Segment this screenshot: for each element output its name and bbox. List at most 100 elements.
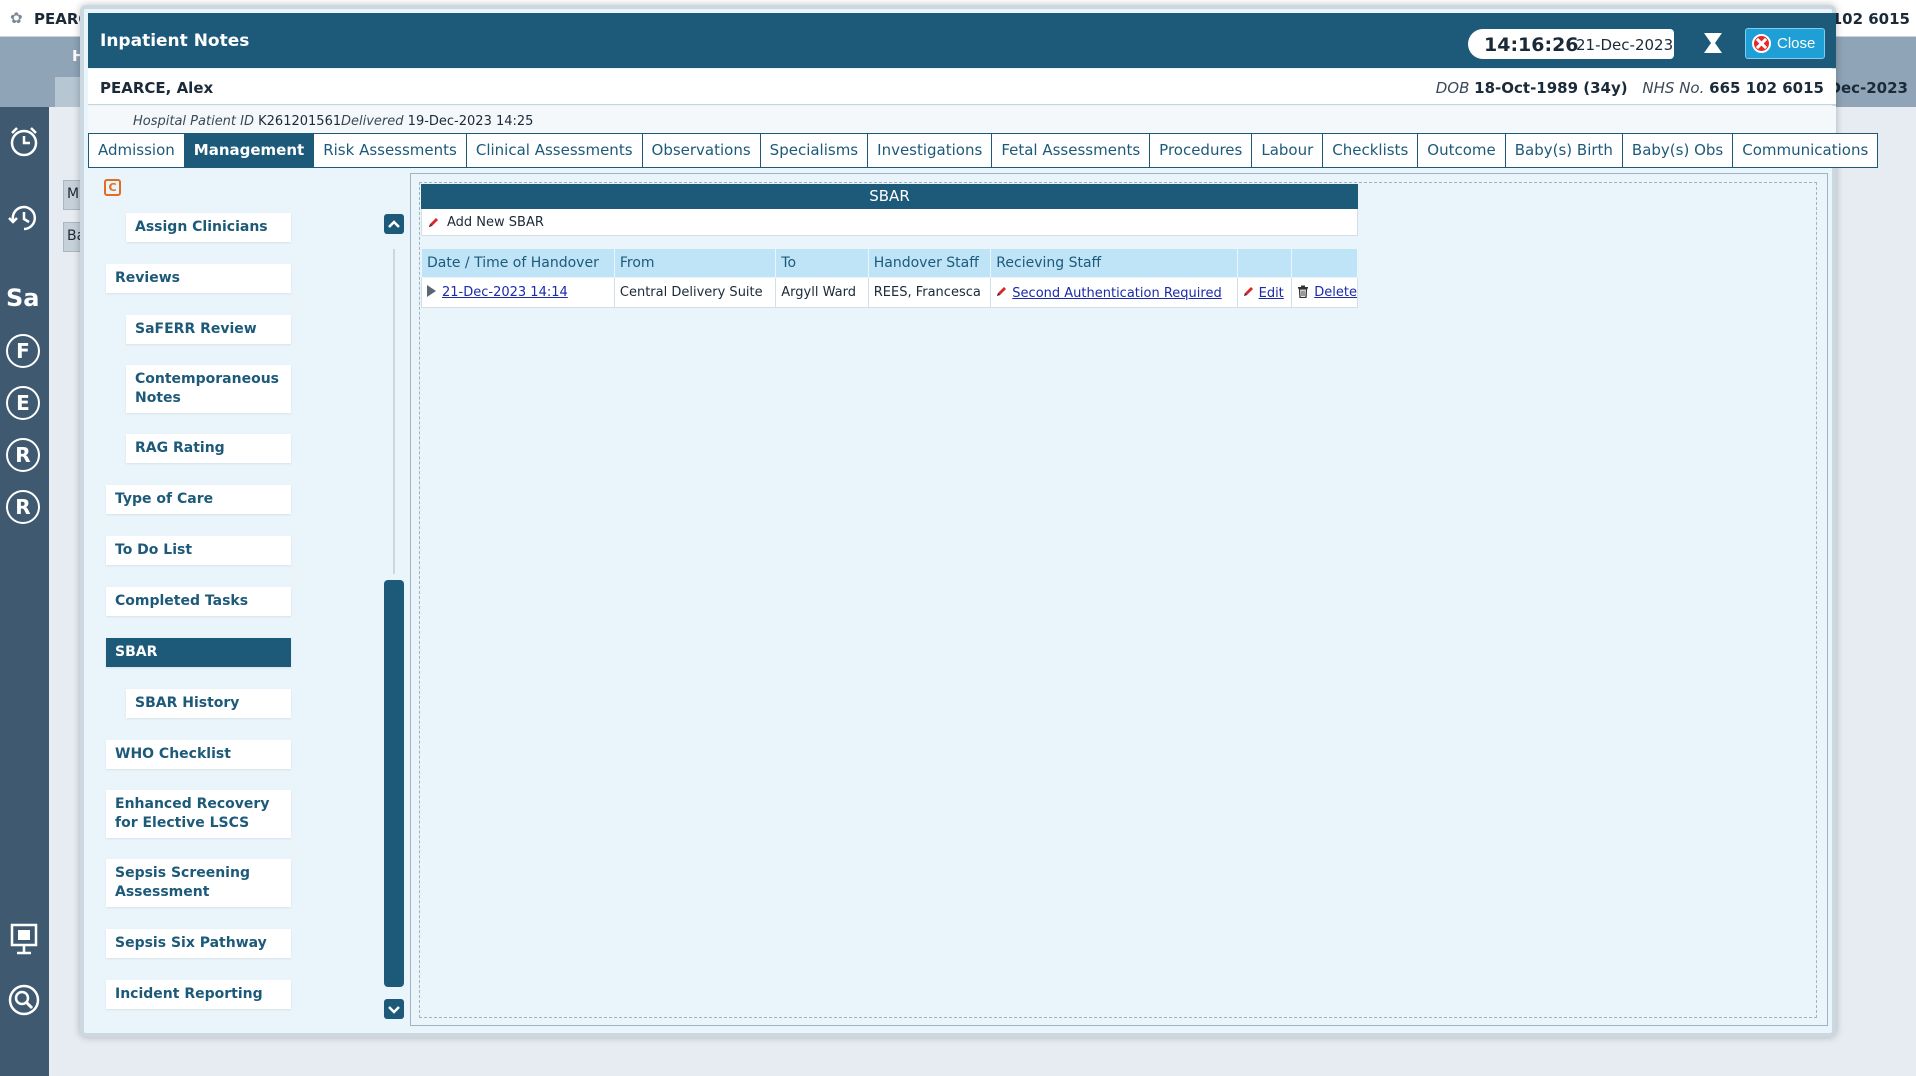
- nav-item-to-do-list[interactable]: To Do List: [106, 536, 291, 565]
- dob-label: DOB: [1435, 79, 1470, 97]
- episode-info-row: Hospital Patient ID K261201561 Delivered…: [88, 106, 1836, 134]
- tab-clinical-assessments[interactable]: Clinical Assessments: [465, 133, 642, 168]
- sbar-title: SBAR: [421, 184, 1358, 209]
- second-authentication-link[interactable]: Second Authentication Required: [1012, 286, 1221, 301]
- nav-scroll-down-button[interactable]: [384, 999, 404, 1019]
- tab-outcome[interactable]: Outcome: [1417, 133, 1505, 168]
- nav-item-sepsis-six-pathway[interactable]: Sepsis Six Pathway: [106, 929, 291, 958]
- rail-f-button[interactable]: F: [6, 334, 40, 368]
- tab-fetal-assessments[interactable]: Fetal Assessments: [991, 133, 1150, 168]
- tab-specialisms[interactable]: Specialisms: [759, 133, 868, 168]
- patient-banner: PEARCE, Alex DOB 18-Oct-1989 (34y) NHS N…: [88, 69, 1836, 105]
- nav-item-completed-tasks[interactable]: Completed Tasks: [106, 587, 291, 616]
- rail-r-button-1[interactable]: R: [6, 438, 40, 472]
- nav-item-sbar-history[interactable]: SBAR History: [126, 689, 291, 718]
- tab-risk-assessments[interactable]: Risk Assessments: [313, 133, 466, 168]
- clock-display: 14:16:26 21-Dec-2023: [1468, 29, 1674, 59]
- app-logo-icon: ✿: [10, 9, 23, 27]
- content-dashed-frame: SBAR Add New SBAR Date / Time of Handove…: [419, 182, 1817, 1018]
- col-header-edit: [1236, 248, 1293, 278]
- rail-sa-label[interactable]: Sa: [6, 284, 39, 312]
- nav-scroll-up-button[interactable]: [384, 214, 404, 234]
- main-tab-bar: Admission Management Risk Assessments Cl…: [88, 133, 1879, 168]
- nav-item-reviews[interactable]: Reviews: [106, 264, 291, 293]
- nav-item-saferr-review[interactable]: SaFERR Review: [126, 315, 291, 344]
- nav-item-contemporaneous-notes[interactable]: Contemporaneous Notes: [126, 365, 291, 413]
- col-header-datetime[interactable]: Date / Time of Handover: [421, 248, 615, 278]
- nav-scroll-track[interactable]: [393, 249, 395, 574]
- tab-babys-obs[interactable]: Baby(s) Obs: [1621, 133, 1733, 168]
- nav-item-who-checklist[interactable]: WHO Checklist: [106, 740, 291, 769]
- tab-management[interactable]: Management: [183, 133, 314, 168]
- rail-r-button-2[interactable]: R: [6, 490, 40, 524]
- sbar-table-header: Date / Time of Handover From To Handover…: [421, 248, 1358, 278]
- add-new-sbar-button[interactable]: Add New SBAR: [421, 209, 1358, 236]
- management-nav: C Assign Clinicians Reviews SaFERR Revie…: [88, 169, 328, 1025]
- sbar-table: Date / Time of Handover From To Handover…: [421, 248, 1358, 308]
- col-header-delete: [1291, 248, 1358, 278]
- col-header-receiving-staff[interactable]: Recieving Staff: [990, 248, 1238, 278]
- nav-item-rag-rating[interactable]: RAG Rating: [126, 434, 291, 463]
- close-button-label: Close: [1777, 35, 1816, 52]
- nav-item-sepsis-screening[interactable]: Sepsis Screening Assessment: [106, 859, 291, 907]
- nav-item-incident-reporting[interactable]: Incident Reporting: [106, 980, 291, 1009]
- add-new-sbar-label: Add New SBAR: [447, 214, 544, 230]
- delete-link[interactable]: Delete: [1314, 285, 1357, 300]
- tab-babys-birth[interactable]: Baby(s) Birth: [1504, 133, 1622, 168]
- hospital-id-value: K261201561: [258, 114, 342, 129]
- tab-checklists[interactable]: Checklists: [1322, 133, 1418, 168]
- edit-link[interactable]: Edit: [1259, 286, 1284, 301]
- presentation-icon[interactable]: [4, 919, 44, 959]
- hourglass-filter-icon[interactable]: [1702, 31, 1724, 55]
- patient-name: PEARCE, Alex: [100, 79, 214, 97]
- nav-item-enhanced-recovery[interactable]: Enhanced Recovery for Elective LSCS: [106, 790, 291, 838]
- cell-receiving-staff: Second Authentication Required: [990, 277, 1238, 308]
- delivered-info: Delivered 19-Dec-2023 14:25: [341, 114, 533, 129]
- history-clock-icon[interactable]: [4, 197, 44, 237]
- delivered-label: Delivered: [341, 114, 404, 129]
- tab-communications[interactable]: Communications: [1732, 133, 1879, 168]
- pencil-icon: [997, 286, 1007, 296]
- cell-datetime: 21-Dec-2023 14:14: [421, 277, 615, 308]
- nhs-value: 665 102 6015: [1709, 79, 1824, 97]
- cell-delete: Delete: [1291, 277, 1358, 308]
- content-panel: SBAR Add New SBAR Date / Time of Handove…: [410, 173, 1828, 1026]
- chevron-down-icon: [388, 1006, 400, 1014]
- nav-item-assign-clinicians[interactable]: Assign Clinicians: [126, 213, 291, 242]
- dob-value: 18-Oct-1989 (34y): [1474, 79, 1628, 97]
- col-header-handover-staff[interactable]: Handover Staff: [867, 248, 992, 278]
- chevron-up-icon: [388, 220, 400, 228]
- reset-icon[interactable]: C: [104, 179, 121, 196]
- nav-item-sbar[interactable]: SBAR: [106, 638, 291, 667]
- cell-handover-staff: REES, Francesca: [867, 277, 992, 308]
- pencil-icon: [429, 218, 438, 227]
- cell-edit: Edit: [1236, 277, 1293, 308]
- col-header-from[interactable]: From: [613, 248, 777, 278]
- table-row: 21-Dec-2023 14:14 Central Delivery Suite…: [421, 277, 1358, 308]
- hospital-id: Hospital Patient ID K261201561: [133, 114, 341, 129]
- tab-investigations[interactable]: Investigations: [867, 133, 992, 168]
- close-button[interactable]: Close: [1745, 28, 1825, 59]
- rail-e-button[interactable]: E: [6, 386, 40, 420]
- modal-title: Inpatient Notes: [100, 31, 250, 51]
- pencil-icon: [1243, 286, 1253, 296]
- alarm-clock-icon[interactable]: [4, 121, 44, 161]
- clock-time: 14:16:26: [1484, 34, 1579, 56]
- left-rail: Sa F E R R: [0, 107, 49, 1076]
- expand-row-icon[interactable]: [427, 285, 436, 297]
- tab-observations[interactable]: Observations: [641, 133, 760, 168]
- nav-item-type-of-care[interactable]: Type of Care: [106, 485, 291, 514]
- tab-labour[interactable]: Labour: [1251, 133, 1323, 168]
- delivered-value: 19-Dec-2023 14:25: [407, 114, 534, 129]
- search-icon[interactable]: [4, 980, 44, 1020]
- close-icon: [1752, 34, 1771, 53]
- sbar-section: SBAR Add New SBAR: [421, 184, 1358, 236]
- modal-header: Inpatient Notes 14:16:26 21-Dec-2023 Clo…: [88, 13, 1836, 68]
- nav-scroll-thumb[interactable]: [384, 580, 404, 987]
- cell-from: Central Delivery Suite: [613, 277, 777, 308]
- tab-admission[interactable]: Admission: [88, 133, 184, 168]
- sbar-datetime-link[interactable]: 21-Dec-2023 14:14: [442, 285, 568, 300]
- cell-to: Argyll Ward: [775, 277, 869, 308]
- tab-procedures[interactable]: Procedures: [1149, 133, 1252, 168]
- col-header-to[interactable]: To: [775, 248, 869, 278]
